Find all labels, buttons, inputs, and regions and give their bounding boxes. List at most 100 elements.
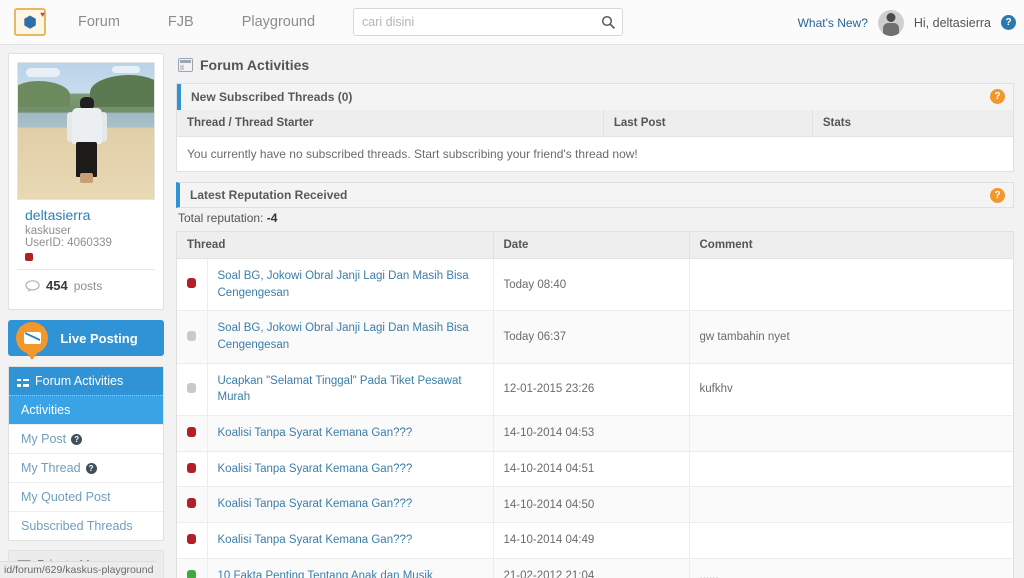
logo-bird-icon: ⬢ [23,13,37,31]
subscribed-threads-table: Thread / Thread Starter Last Post Stats … [177,110,1013,171]
table-row: Koalisi Tanpa Syarat Kemana Gan??? 14-10-… [177,451,1013,488]
total-reputation-value: -4 [266,211,278,225]
question-mark-icon[interactable]: ? [85,462,97,474]
date-cell: 14-10-2014 04:49 [493,522,690,559]
sidebar-menu-header-label: Forum Activities [35,374,124,388]
column-header-thread: Thread [177,232,494,259]
sidebar-item-activities[interactable]: Activities [9,395,163,424]
search-box[interactable] [353,8,623,36]
sidebar-item-label: My Post [21,432,67,446]
page-body: deltasierra kaskuser UserID: 4060339 454… [0,45,1024,578]
thread-cell: Koalisi Tanpa Syarat Kemana Gan??? [207,451,494,488]
profile-username[interactable]: deltasierra [25,207,147,223]
profile-meta: deltasierra kaskuser UserID: 4060339 [17,200,155,269]
table-row: Koalisi Tanpa Syarat Kemana Gan??? 14-10-… [177,486,1013,524]
reputation-table-body: Soal BG, Jokowi Obral Janji Lagi Dan Mas… [177,258,1013,578]
sidebar-item-label: My Quoted Post [21,490,111,504]
question-mark-icon[interactable]: ? [71,433,83,445]
thread-cell: 10 Fakta Penting Tentang Anak dan Musik [207,558,494,578]
sidebar: deltasierra kaskuser UserID: 4060339 454… [0,45,172,578]
table-row: Ucapkan "Selamat Tinggal" Pada Tiket Pes… [177,363,1013,417]
thread-link[interactable]: Soal BG, Jokowi Obral Janji Lagi Dan Mas… [218,320,483,353]
hill-shape [90,75,154,107]
thread-link[interactable]: Koalisi Tanpa Syarat Kemana Gan??? [218,425,413,442]
panel-title: Latest Reputation Received [190,188,348,202]
thread-cell: Ucapkan "Selamat Tinggal" Pada Tiket Pes… [207,363,494,417]
comment-cell: kufkhv [689,363,1013,417]
cloud-shape [26,68,60,77]
comment-cell: gw tambahin nyet [689,310,1013,364]
panel-header: Latest Reputation Received ? [176,182,1014,208]
live-posting-button[interactable]: Live Posting [8,320,164,356]
reputation-table: Thread Date Comment Soal BG, Jokowi Obra… [177,232,1013,578]
nav-right-group: What's New? Hi, deltasierra ? [798,0,1016,45]
envelope-icon [23,332,41,344]
thread-cell: Koalisi Tanpa Syarat Kemana Gan??? [207,415,494,452]
table-row: Soal BG, Jokowi Obral Janji Lagi Dan Mas… [177,258,1013,312]
comment-cell [689,451,1013,488]
person-legs [80,173,93,183]
profile-userid: UserID: 4060339 [25,237,112,249]
search-input[interactable] [354,15,594,29]
user-greeting[interactable]: Hi, deltasierra [914,16,991,30]
reputation-dot-icon [187,533,197,544]
reputation-indicator-cell [177,363,208,417]
browser-status-bar: id/forum/629/kaskus-playground [0,561,158,578]
reputation-indicator-cell [177,486,208,524]
panel-title: New Subscribed Threads (0) [191,90,353,104]
sidebar-item-forum-activities[interactable]: Forum Activities [9,367,163,395]
nav-link-playground[interactable]: Playground [232,0,325,45]
profile-photo[interactable] [17,62,155,200]
hill-shape [18,81,70,107]
panel-body: Thread Date Comment Soal BG, Jokowi Obra… [176,231,1014,578]
thread-link[interactable]: Koalisi Tanpa Syarat Kemana Gan??? [218,532,413,549]
whats-new-link[interactable]: What's New? [798,16,868,30]
table-row: 10 Fakta Penting Tentang Anak dan Musik 2… [177,558,1013,578]
reputation-indicator-cell [177,415,208,452]
thread-link[interactable]: Soal BG, Jokowi Obral Janji Lagi Dan Mas… [218,268,483,301]
main-content: Forum Activities New Subscribed Threads … [172,45,1024,578]
page-title: Forum Activities [176,53,1014,83]
avatar[interactable] [877,9,904,36]
thread-link[interactable]: 10 Fakta Penting Tentang Anak dan Musik [218,568,433,578]
activities-icon [178,58,193,72]
help-icon[interactable]: ? [990,188,1005,203]
sidebar-item-label: Subscribed Threads [21,519,133,533]
thread-link[interactable]: Koalisi Tanpa Syarat Kemana Gan??? [218,496,413,513]
posts-count: 454 [46,278,68,293]
reputation-dot-icon [187,278,197,289]
live-posting-pin-icon [16,322,48,354]
column-header-comment: Comment [689,232,1013,259]
thread-link[interactable]: Ucapkan "Selamat Tinggal" Pada Tiket Pes… [218,373,483,406]
date-cell: 12-01-2015 23:26 [493,363,690,417]
grid-icon [17,375,29,387]
panel-subscribed-threads: New Subscribed Threads (0) ? Thread / Th… [176,83,1014,172]
thread-cell: Soal BG, Jokowi Obral Janji Lagi Dan Mas… [207,258,494,312]
date-cell: 14-10-2014 04:51 [493,451,690,488]
search-icon[interactable] [594,9,622,35]
column-header-last-post: Last Post [603,110,813,137]
nav-link-forum[interactable]: Forum [68,0,130,45]
reputation-indicator-cell [177,522,208,559]
total-reputation-label: Total reputation: [178,211,264,225]
kaskus-logo[interactable]: ⬢ ♥ [6,0,54,45]
sidebar-item-my-quoted-post[interactable]: My Quoted Post [9,482,163,511]
comment-cell: ...... [699,570,719,578]
cloud-shape [112,66,140,73]
table-row: Soal BG, Jokowi Obral Janji Lagi Dan Mas… [177,310,1013,364]
sidebar-item-my-post[interactable]: My Post ? [9,424,163,453]
sidebar-item-my-thread[interactable]: My Thread ? [9,453,163,482]
reputation-dot-icon [25,253,33,261]
help-icon[interactable]: ? [1001,15,1016,30]
thread-link[interactable]: Koalisi Tanpa Syarat Kemana Gan??? [218,461,413,478]
date-cell: 14-10-2014 04:50 [493,486,690,524]
reputation-indicator-cell [177,258,208,312]
help-icon[interactable]: ? [990,89,1005,104]
date-cell: 21-02-2012 21:04 [493,558,690,578]
profile-card: deltasierra kaskuser UserID: 4060339 454… [8,53,164,310]
comment-cell [689,486,1013,524]
sidebar-item-subscribed-threads[interactable]: Subscribed Threads [9,511,163,540]
nav-link-fjb[interactable]: FJB [158,0,204,45]
reputation-dot-icon [187,426,197,437]
reputation-dot-icon [187,569,197,578]
